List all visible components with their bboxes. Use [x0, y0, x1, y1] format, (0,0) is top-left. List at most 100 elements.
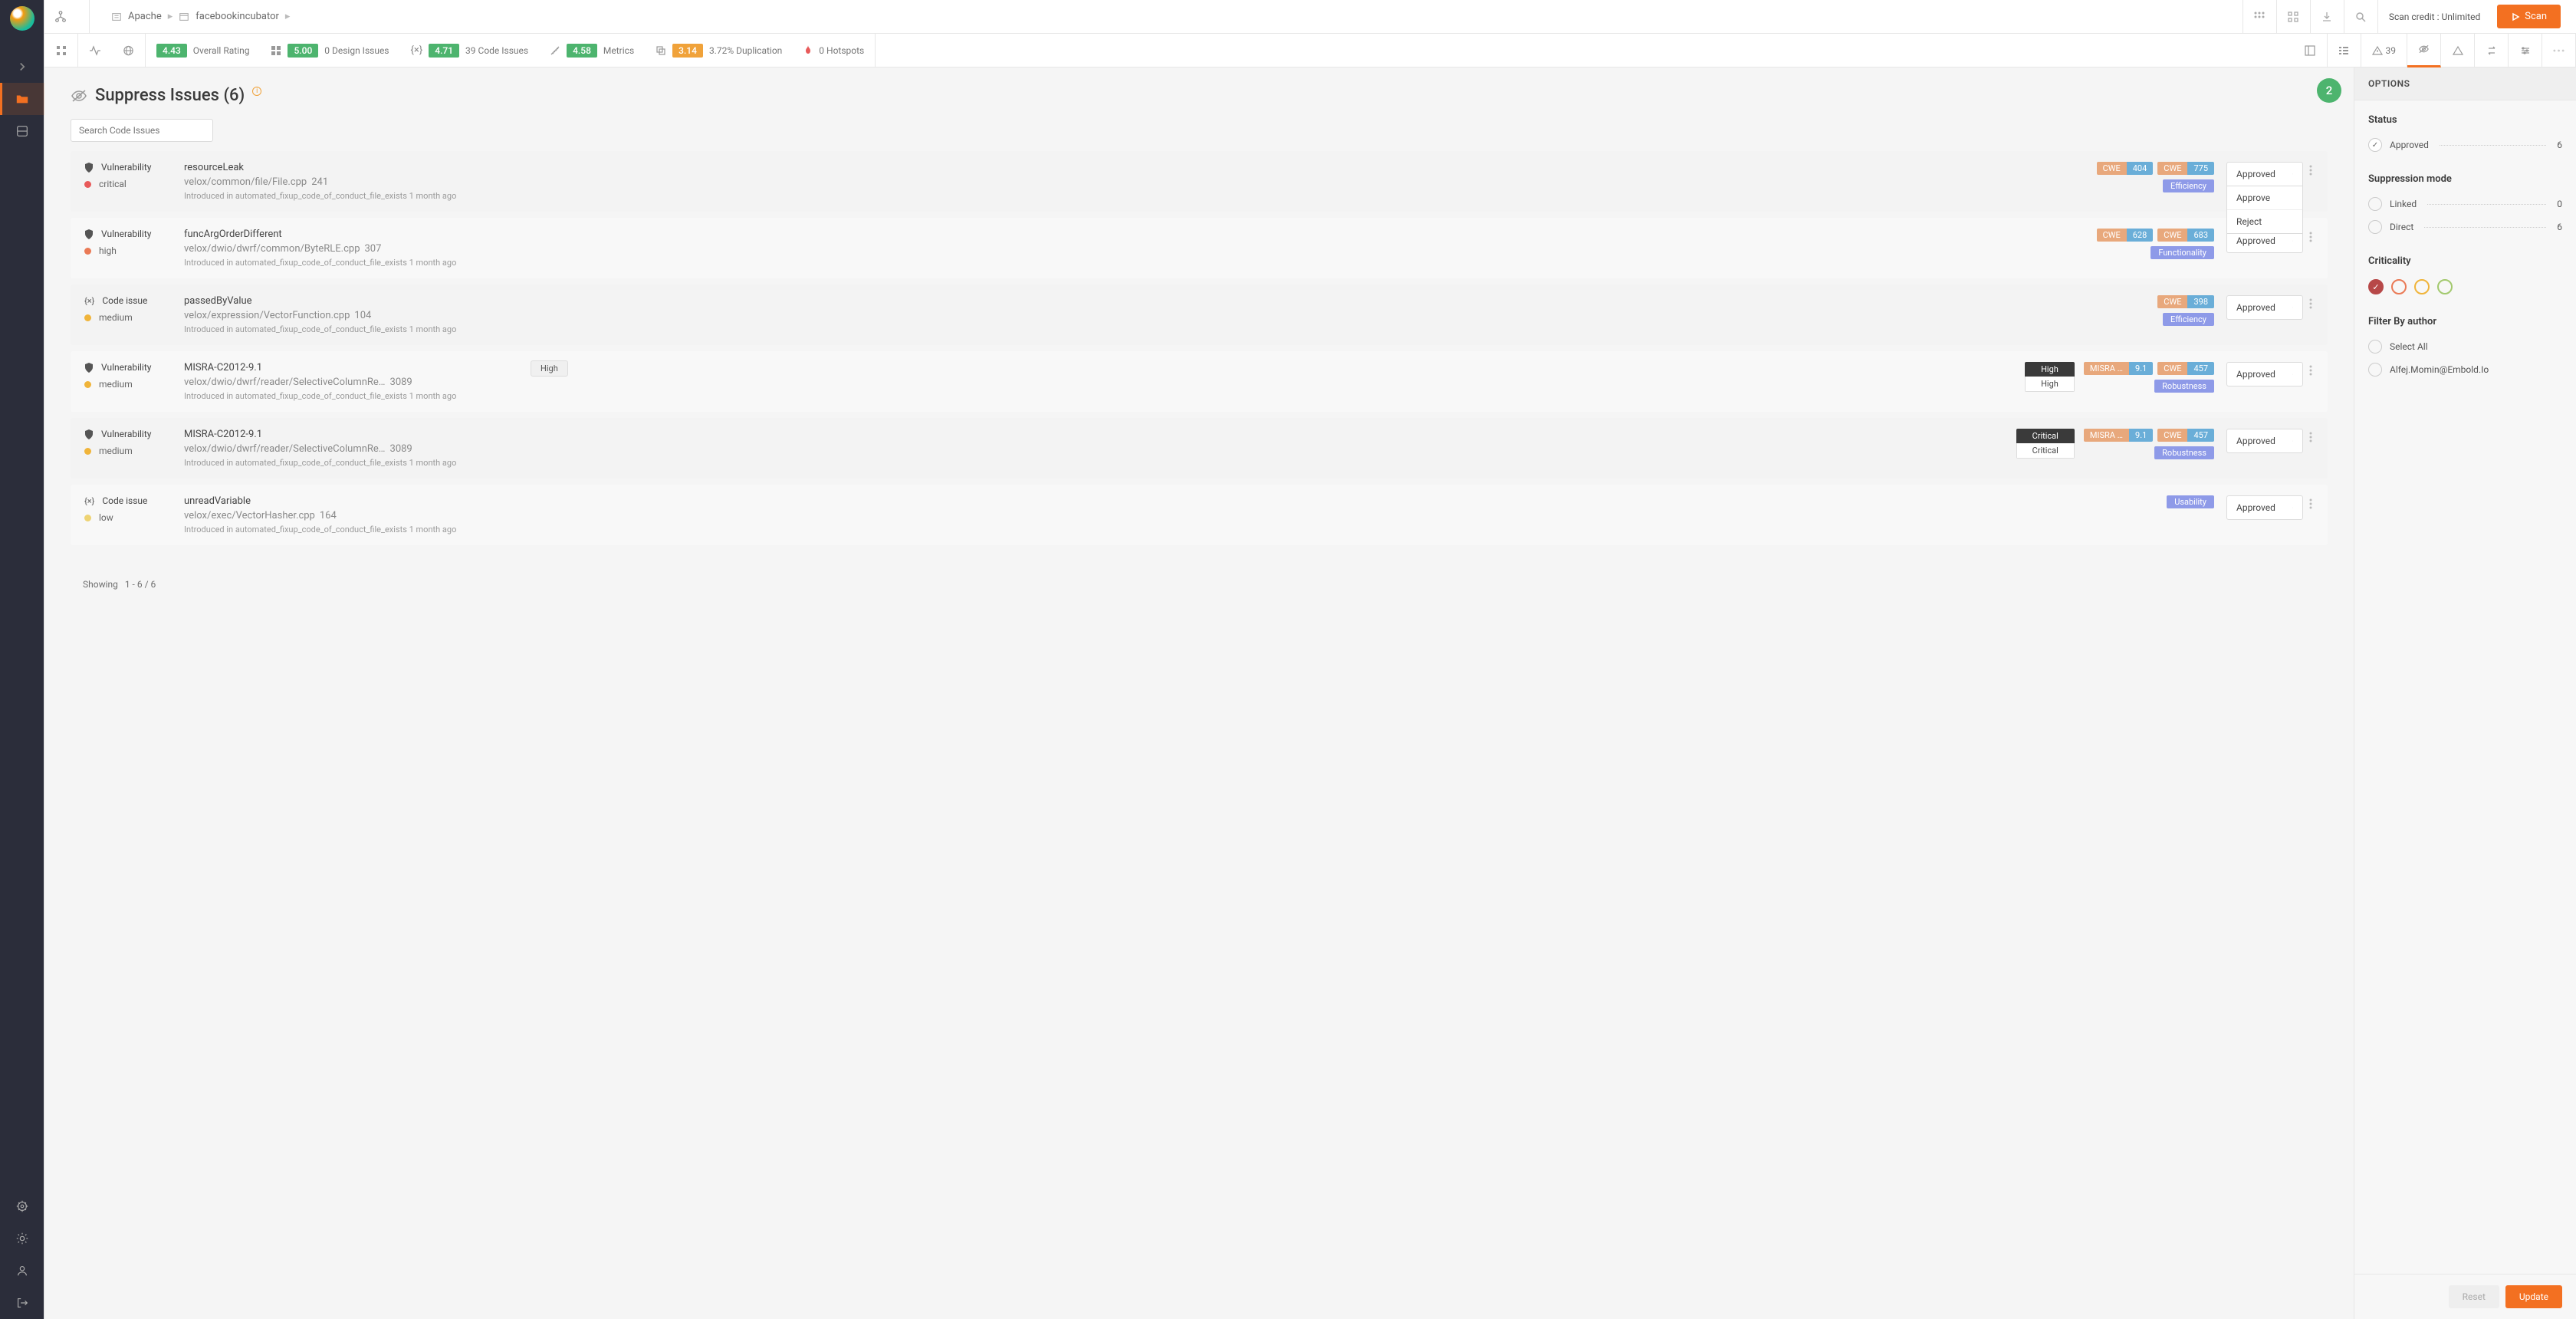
download-button[interactable]	[2310, 0, 2344, 34]
nav-settings-wheel[interactable]	[0, 1190, 44, 1222]
expand-rail-button[interactable]	[0, 51, 44, 83]
activity-icon	[89, 45, 101, 56]
cwe-badge: CWE398	[2157, 295, 2214, 308]
chevron-down-icon	[2292, 439, 2293, 443]
breadcrumb[interactable]: Apache ▸ facebookincubator ▸	[111, 11, 290, 22]
grid-view-button[interactable]	[2242, 0, 2276, 34]
issue-more-button[interactable]	[2308, 295, 2314, 312]
issue-type: Code issue	[102, 495, 147, 506]
issue-row[interactable]: {×}Code issue medium passedByValue velox…	[71, 285, 2328, 345]
download-icon	[2321, 11, 2333, 23]
alert-button[interactable]	[2441, 34, 2475, 67]
issue-more-button[interactable]	[2308, 162, 2314, 179]
severity-dot	[84, 314, 91, 321]
more-vertical-icon	[2309, 165, 2312, 176]
nav-scan[interactable]	[0, 115, 44, 147]
dropdown-option[interactable]: Reject	[2227, 210, 2302, 233]
issue-path: velox/dwio/dwrf/reader/SelectiveColumnRe…	[184, 377, 2009, 388]
issue-type: Vulnerability	[101, 362, 151, 373]
hierarchy-icon[interactable]	[54, 10, 67, 24]
issue-row[interactable]: Vulnerability critical resourceLeak velo…	[71, 151, 2328, 212]
code-icon: {×}	[411, 44, 423, 56]
code-issues[interactable]: {×}4.7139 Code Issues	[400, 34, 540, 67]
more-vertical-icon	[2309, 498, 2312, 509]
issue-introduced: Introduced in automated_fixup_code_of_co…	[184, 391, 2009, 401]
left-nav-rail	[0, 0, 44, 1319]
search-input[interactable]	[71, 119, 213, 142]
shield-icon	[84, 429, 94, 439]
nav-projects[interactable]	[0, 83, 44, 115]
options-panel: OPTIONS Status Approved 6 Suppression mo…	[2354, 67, 2576, 1319]
metrics-grid-button[interactable]	[44, 34, 78, 67]
suppression-direct-filter[interactable]: Direct 6	[2368, 220, 2562, 234]
severity-dot	[84, 381, 91, 388]
breadcrumb-org[interactable]: Apache	[128, 11, 162, 22]
severity-chip: CriticalCritical	[2016, 429, 2075, 459]
breadcrumb-repo[interactable]: facebookincubator	[196, 11, 279, 22]
dropdown-option[interactable]: Approve	[2227, 186, 2302, 210]
criticality-critical-toggle[interactable]	[2368, 279, 2384, 294]
status-dropdown[interactable]: Approved	[2226, 495, 2303, 520]
issue-more-button[interactable]	[2308, 229, 2314, 245]
warnings-count[interactable]: 39	[2361, 34, 2408, 67]
metrics-score[interactable]: 4.58Metrics	[539, 34, 645, 67]
issue-row[interactable]: Vulnerability high funcArgOrderDifferent…	[71, 218, 2328, 278]
status-dropdown[interactable]: Approved	[2226, 429, 2303, 453]
category-badge: Efficiency	[2163, 313, 2214, 326]
gear-icon	[15, 1232, 29, 1245]
issue-name: passedByValue	[184, 295, 2142, 307]
overall-rating[interactable]: 4.43Overall Rating	[146, 34, 260, 67]
scan-button[interactable]: Scan	[2497, 5, 2561, 28]
nav-logout[interactable]	[0, 1287, 44, 1319]
info-icon[interactable]: i	[252, 87, 261, 96]
top-bar: Apache ▸ facebookincubator ▸ Scan credit…	[44, 0, 2576, 34]
apps-button[interactable]	[2276, 0, 2310, 34]
suppression-linked-filter[interactable]: Linked 0	[2368, 197, 2562, 211]
compare-button[interactable]	[2475, 34, 2509, 67]
issue-more-button[interactable]	[2308, 495, 2314, 512]
status-dropdown[interactable]: Approved	[2226, 362, 2303, 386]
hotspots[interactable]: 0 Hotspots	[793, 34, 876, 67]
issue-more-button[interactable]	[2308, 362, 2314, 379]
layout-button[interactable]	[2294, 34, 2328, 67]
criticality-section-title: Criticality	[2368, 255, 2562, 267]
compare-icon	[2486, 45, 2497, 56]
author-select-all[interactable]: Select All	[2368, 340, 2562, 354]
nav-user[interactable]	[0, 1255, 44, 1287]
scan-credit-label: Scan credit : Unlimited	[2377, 0, 2491, 34]
check-icon	[2368, 138, 2382, 152]
issue-row[interactable]: {×}Code issue low unreadVariable velox/e…	[71, 485, 2328, 545]
settings-button[interactable]	[2509, 34, 2542, 67]
reset-button[interactable]: Reset	[2449, 1285, 2499, 1308]
severity-dot	[84, 248, 91, 255]
activity-button[interactable]	[78, 34, 112, 67]
sliders-icon	[2520, 45, 2531, 56]
author-filter-item[interactable]: Alfej.Momin@Embold.Io	[2368, 363, 2562, 377]
code-icon: {×}	[84, 296, 94, 306]
issue-row[interactable]: Vulnerability medium MISRA-C2012-9.1 vel…	[71, 418, 2328, 479]
duplication[interactable]: 3.143.72% Duplication	[645, 34, 793, 67]
apps-icon	[2287, 11, 2299, 23]
status-approved-filter[interactable]: Approved 6	[2368, 138, 2562, 152]
criticality-low-toggle[interactable]	[2437, 279, 2453, 294]
criticality-medium-toggle[interactable]	[2414, 279, 2430, 294]
layout-icon	[2305, 45, 2315, 56]
globe-button[interactable]	[112, 34, 146, 67]
list-button[interactable]	[2328, 34, 2361, 67]
nav-settings-gear[interactable]	[0, 1222, 44, 1255]
issue-more-button[interactable]	[2308, 429, 2314, 446]
chevron-right-icon	[15, 60, 29, 74]
issue-row[interactable]: High Vulnerability medium MISRA-C2012-9.…	[71, 351, 2328, 412]
design-issues[interactable]: 5.000 Design Issues	[260, 34, 399, 67]
category-badge: Usability	[2167, 495, 2214, 508]
status-dropdown[interactable]: Approved	[2226, 162, 2303, 186]
criticality-high-toggle[interactable]	[2391, 279, 2407, 294]
more-horizontal-icon	[2553, 49, 2564, 52]
update-button[interactable]: Update	[2505, 1285, 2562, 1308]
more-button[interactable]	[2542, 34, 2576, 67]
search-button[interactable]	[2344, 0, 2377, 34]
issue-name: MISRA-C2012-9.1	[184, 429, 2001, 440]
suppress-tab[interactable]	[2407, 34, 2441, 67]
wheel-icon	[15, 1199, 29, 1213]
status-dropdown[interactable]: Approved	[2226, 295, 2303, 320]
